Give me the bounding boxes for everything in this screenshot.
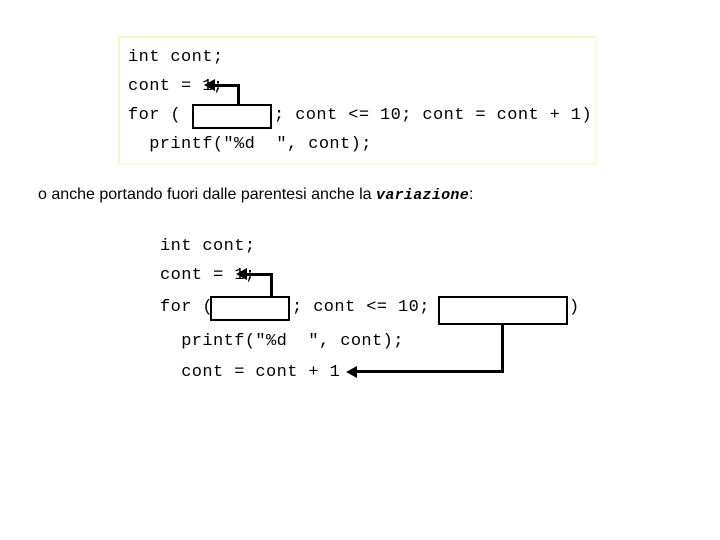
connector-horizontal-segment [357, 370, 504, 373]
connector-vertical-segment [237, 84, 240, 106]
initialization-blank-box[interactable] [192, 104, 272, 129]
code-line-increment: cont = cont + 1 [160, 363, 341, 382]
code-line-declaration: int cont; [160, 237, 256, 256]
code-line-for-prefix: for ( [128, 106, 182, 125]
caption: o anche portando fuori dalle parentesi a… [38, 186, 473, 204]
connector-horizontal-segment [214, 84, 240, 87]
code-line-for-closing-paren: ) [569, 298, 580, 317]
connector-arrowhead-icon [236, 268, 247, 280]
caption-text-before: o anche portando fuori dalle parentesi a… [38, 186, 377, 203]
code-line-for-prefix: for ( [160, 298, 214, 317]
connector-vertical-segment [501, 323, 504, 373]
caption-emphasis-variazione: variazione [376, 187, 470, 204]
code-line-printf: printf("%d ", cont); [128, 135, 372, 154]
caption-text-after: : [469, 186, 474, 203]
code-line-declaration: int cont; [128, 48, 224, 67]
initialization-blank-box[interactable] [210, 296, 290, 321]
update-blank-box[interactable] [438, 296, 568, 325]
code-line-for-suffix: ; cont <= 10; cont = cont + 1) [274, 106, 593, 125]
connector-arrowhead-icon [204, 79, 215, 91]
connector-vertical-segment [270, 273, 273, 297]
code-line-for-condition: ; cont <= 10; [292, 298, 430, 317]
connector-horizontal-segment [246, 273, 273, 276]
code-line-printf: printf("%d ", cont); [160, 332, 404, 351]
connector-arrowhead-icon [346, 366, 357, 378]
